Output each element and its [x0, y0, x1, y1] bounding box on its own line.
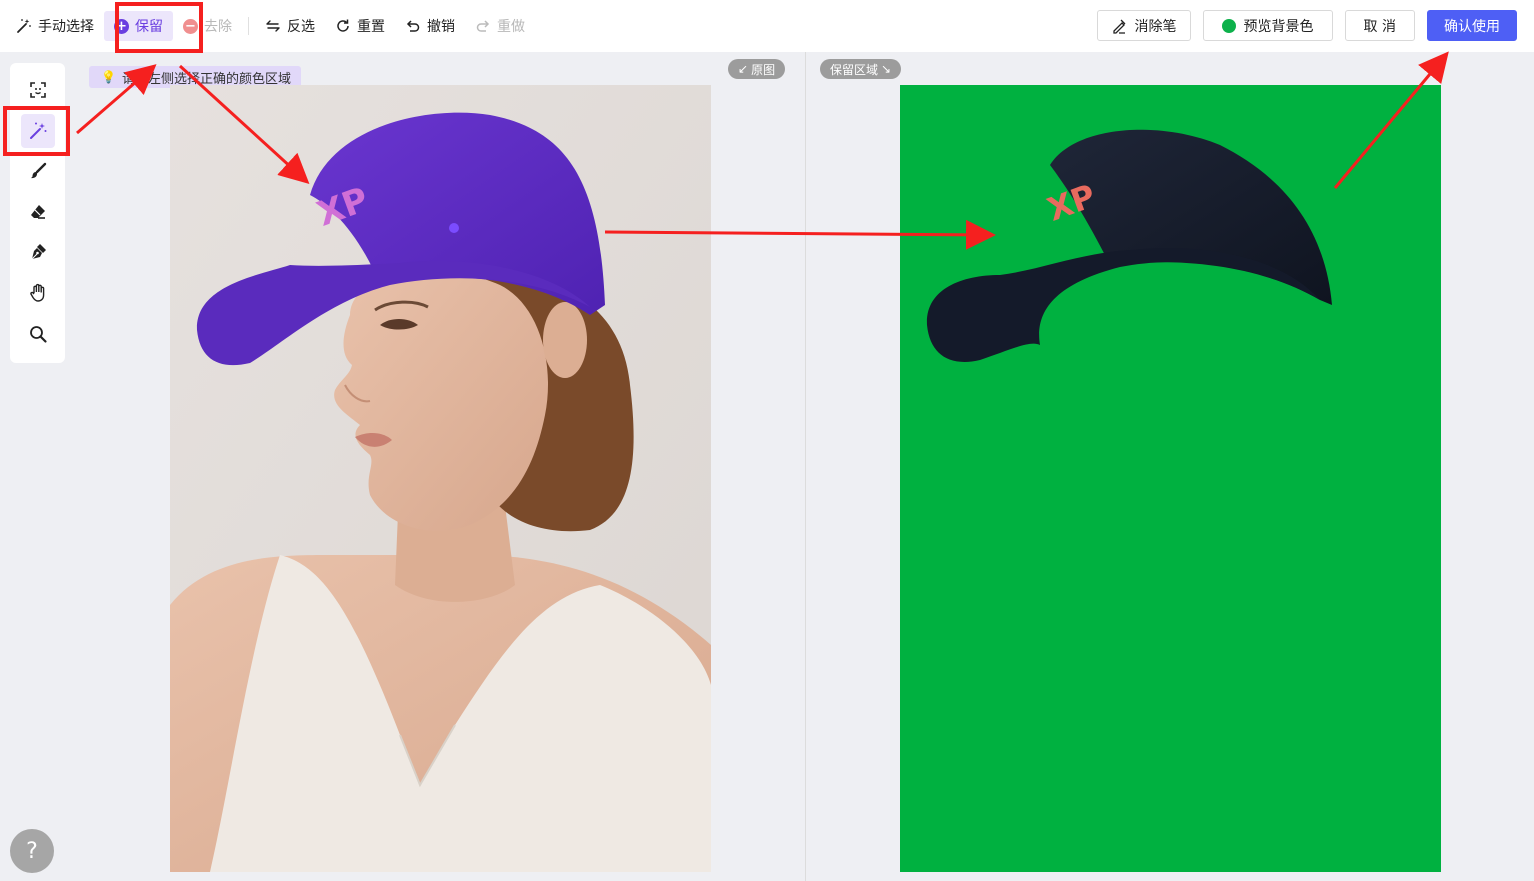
preview-background-button[interactable]: 预览背景色	[1202, 10, 1333, 41]
toolbar-separator	[248, 17, 249, 35]
magic-wand-tool-highlight	[3, 106, 70, 156]
eraser-tool[interactable]	[21, 195, 55, 229]
lightbulb-icon: 💡	[101, 70, 116, 84]
pen-tool[interactable]	[21, 235, 55, 269]
undo-label: 撤销	[427, 19, 455, 35]
cancel-button[interactable]: 取 消	[1344, 10, 1415, 41]
invert-button[interactable]: 反选	[255, 11, 325, 41]
original-label: 原图	[751, 62, 776, 77]
pen-icon	[31, 244, 46, 260]
redo-label: 重做	[497, 19, 525, 35]
eraser-pen-label: 消除笔	[1134, 18, 1177, 35]
confirm-button[interactable]: 确认使用	[1427, 10, 1517, 41]
preview-background-label: 预览背景色	[1243, 18, 1314, 35]
confirm-label: 确认使用	[1444, 18, 1500, 35]
canvas-divider	[805, 52, 806, 881]
keep-button-highlight	[115, 2, 203, 53]
refresh-icon	[337, 19, 349, 32]
eraser-pen-icon	[1112, 19, 1126, 34]
swap-arrows-icon	[266, 20, 280, 32]
portrait-photo: XP	[170, 85, 711, 872]
hand-tool[interactable]	[21, 276, 55, 310]
brush-icon	[30, 162, 46, 179]
redo-button[interactable]: 重做	[465, 11, 535, 41]
cancel-label: 取 消	[1363, 18, 1396, 35]
manual-select-button[interactable]: 手动选择	[0, 11, 104, 41]
arrow-down-left-icon: ↙	[738, 62, 749, 76]
eraser-icon	[30, 204, 45, 219]
eraser-pen-button[interactable]: 消除笔	[1096, 10, 1191, 41]
zoom-icon	[29, 325, 47, 343]
reset-button[interactable]: 重置	[325, 11, 395, 41]
smart-select-icon	[29, 82, 46, 98]
redo-icon	[476, 20, 490, 32]
toolbar-right-group: 消除笔 预览背景色 取 消 确认使用	[1096, 10, 1517, 41]
zoom-tool[interactable]	[21, 317, 55, 351]
original-image-canvas[interactable]: XP	[170, 85, 711, 872]
toolbar-left-group: 手动选择 + 保留 − 去除 反选 重置 撤销 重做	[0, 0, 535, 52]
arrow-down-right-icon: ↘	[881, 62, 892, 76]
keep-area-preview-canvas[interactable]: XP	[900, 85, 1441, 872]
magic-wand-icon	[17, 19, 31, 33]
help-button[interactable]: ?	[10, 829, 54, 873]
keep-area-view-toggle[interactable]: 保留区域 ↘	[820, 59, 902, 79]
green-color-dot-icon	[1221, 18, 1236, 33]
top-toolbar: 手动选择 + 保留 − 去除 反选 重置 撤销 重做 消除笔 预览背景色 取 消…	[0, 0, 1534, 52]
undo-icon	[406, 20, 420, 32]
undo-button[interactable]: 撤销	[395, 11, 465, 41]
reset-label: 重置	[357, 19, 385, 35]
invert-label: 反选	[287, 19, 315, 35]
manual-select-label: 手动选择	[38, 19, 94, 35]
remove-label: 去除	[204, 19, 232, 35]
hand-icon	[29, 283, 44, 302]
smart-select-tool[interactable]	[21, 73, 55, 107]
extracted-cap-preview: XP	[926, 129, 1332, 362]
help-icon: ?	[26, 838, 38, 864]
keep-area-label: 保留区域	[830, 62, 879, 77]
original-view-toggle[interactable]: ↙ 原图	[728, 59, 786, 79]
hint-text: 请在左侧选择正确的颜色区域	[121, 71, 291, 87]
brush-tool[interactable]	[21, 154, 55, 188]
